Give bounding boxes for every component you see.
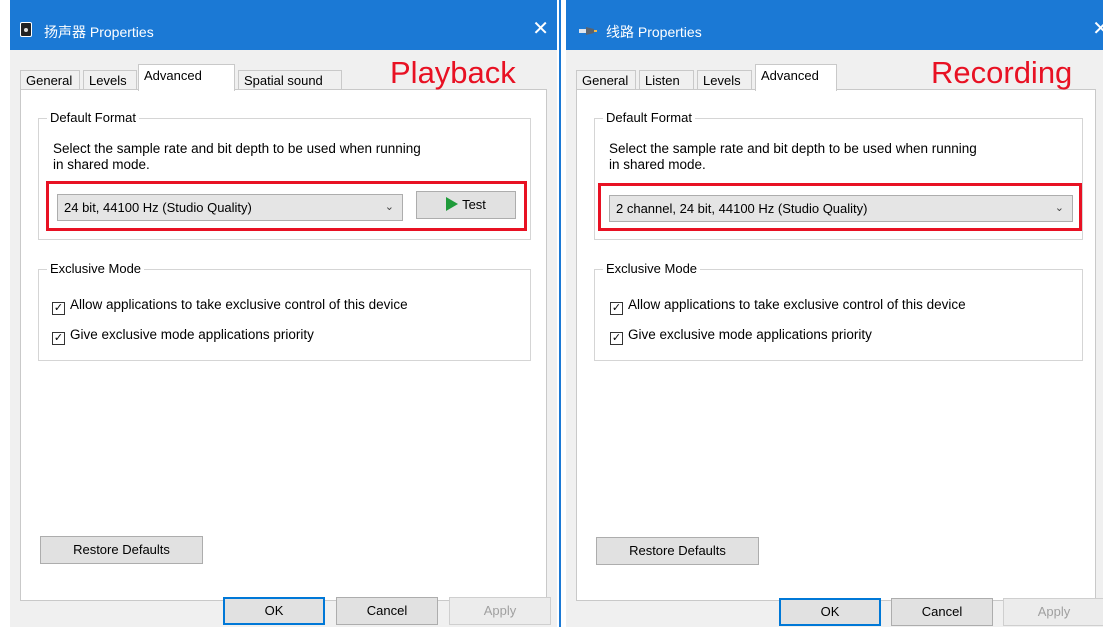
apply-button[interactable]: Apply [449, 597, 551, 625]
default-format-group: Default Format Select the sample rate an… [594, 110, 1083, 240]
ok-button[interactable]: OK [779, 598, 881, 626]
title-bar: 扬声器 Properties ✕ [10, 0, 557, 50]
test-label: Test [462, 197, 486, 212]
exclusive-priority-checkbox[interactable]: ✓ Give exclusive mode applications priori… [52, 327, 314, 345]
default-format-description: Select the sample rate and bit depth to … [609, 141, 977, 173]
restore-defaults-button[interactable]: Restore Defaults [596, 537, 759, 565]
default-format-legend: Default Format [47, 110, 139, 125]
speaker-icon [20, 22, 32, 37]
recording-properties-window: 线路 Properties ✕ General Listen Levels Ad… [566, 0, 1103, 627]
tab-general[interactable]: General [576, 70, 636, 90]
test-button[interactable]: Test [416, 191, 516, 219]
cancel-button[interactable]: Cancel [891, 598, 993, 626]
chevron-down-icon: ⌄ [384, 201, 394, 213]
tab-listen[interactable]: Listen [639, 70, 694, 90]
tab-advanced[interactable]: Advanced [755, 64, 837, 91]
tab-spatial-sound[interactable]: Spatial sound [238, 70, 342, 90]
tab-advanced[interactable]: Advanced [138, 64, 235, 91]
description-line-1: Select the sample rate and bit depth to … [609, 141, 977, 156]
default-format-description: Select the sample rate and bit depth to … [53, 141, 421, 173]
default-format-group: Default Format Select the sample rate an… [38, 110, 531, 240]
default-format-dropdown[interactable]: 24 bit, 44100 Hz (Studio Quality) ⌄ [57, 194, 403, 221]
tab-levels[interactable]: Levels [697, 70, 752, 90]
window-divider [557, 0, 566, 627]
allow-exclusive-checkbox[interactable]: ✓ Allow applications to take exclusive co… [610, 297, 966, 315]
description-line-2: in shared mode. [609, 157, 706, 172]
allow-exclusive-checkbox[interactable]: ✓ Allow applications to take exclusive co… [52, 297, 408, 315]
annotation-recording: Recording [931, 55, 1073, 90]
play-icon [446, 197, 459, 211]
default-format-dropdown[interactable]: 2 channel, 24 bit, 44100 Hz (Studio Qual… [609, 195, 1073, 222]
checkbox-checked-icon: ✓ [610, 332, 623, 345]
checkbox-checked-icon: ✓ [610, 302, 623, 315]
exclusive-mode-group: Exclusive Mode ✓ Allow applications to ta… [38, 261, 531, 361]
tab-general[interactable]: General [20, 70, 80, 90]
apply-button[interactable]: Apply [1003, 598, 1103, 626]
chevron-down-icon: ⌄ [1054, 202, 1064, 214]
advanced-panel: Default Format Select the sample rate an… [20, 89, 547, 601]
playback-properties-window: 扬声器 Properties ✕ General Levels Advanced… [10, 0, 557, 627]
close-button[interactable]: ✕ [532, 16, 549, 41]
cancel-button[interactable]: Cancel [336, 597, 438, 625]
default-format-legend: Default Format [603, 110, 695, 125]
description-line-1: Select the sample rate and bit depth to … [53, 141, 421, 156]
window-title: 扬声器 Properties [44, 24, 154, 40]
allow-exclusive-label: Allow applications to take exclusive con… [70, 297, 408, 312]
exclusive-priority-label: Give exclusive mode applications priorit… [628, 327, 872, 342]
exclusive-priority-checkbox[interactable]: ✓ Give exclusive mode applications priori… [610, 327, 872, 345]
close-button[interactable]: ✕ [1092, 16, 1103, 41]
default-format-value: 24 bit, 44100 Hz (Studio Quality) [64, 200, 252, 215]
allow-exclusive-label: Allow applications to take exclusive con… [628, 297, 966, 312]
exclusive-priority-label: Give exclusive mode applications priorit… [70, 327, 314, 342]
default-format-value: 2 channel, 24 bit, 44100 Hz (Studio Qual… [616, 201, 868, 216]
exclusive-mode-legend: Exclusive Mode [47, 261, 145, 276]
checkbox-checked-icon: ✓ [52, 332, 65, 345]
annotation-playback: Playback [390, 55, 516, 90]
advanced-panel: Default Format Select the sample rate an… [576, 89, 1096, 601]
restore-defaults-button[interactable]: Restore Defaults [40, 536, 203, 564]
line-in-icon [579, 27, 597, 35]
checkbox-checked-icon: ✓ [52, 302, 65, 315]
ok-button[interactable]: OK [223, 597, 325, 625]
title-bar: 线路 Properties ✕ [566, 0, 1103, 50]
description-line-2: in shared mode. [53, 157, 150, 172]
exclusive-mode-legend: Exclusive Mode [603, 261, 701, 276]
tab-levels[interactable]: Levels [83, 70, 137, 90]
exclusive-mode-group: Exclusive Mode ✓ Allow applications to ta… [594, 261, 1083, 361]
window-title: 线路 Properties [606, 24, 702, 40]
